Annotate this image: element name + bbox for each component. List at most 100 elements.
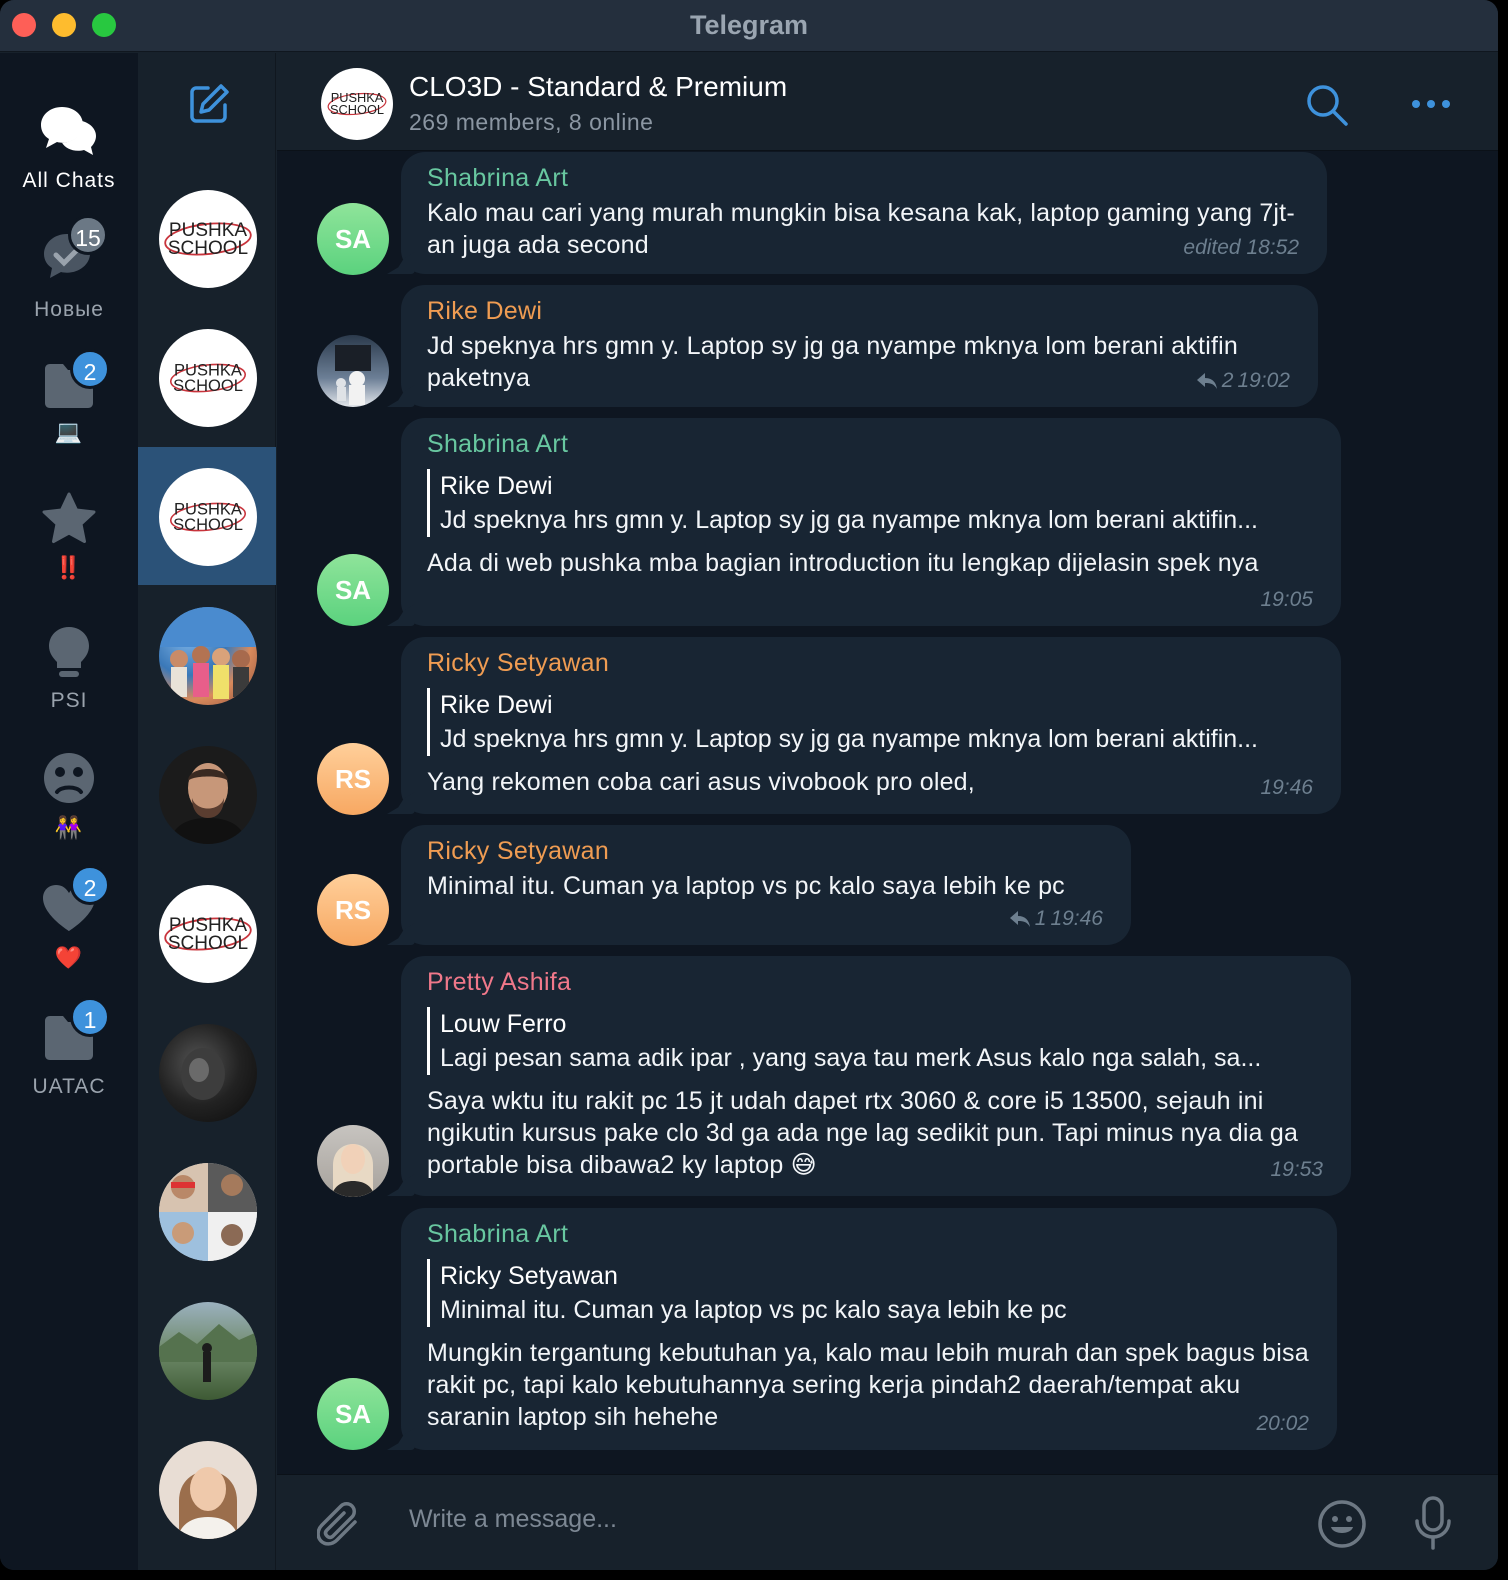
- folder-label: All Chats: [22, 169, 116, 192]
- sender-avatar[interactable]: [317, 335, 389, 407]
- chat-item[interactable]: [138, 1142, 276, 1280]
- message-time: 19:46: [1050, 907, 1103, 930]
- sad-face-icon: [44, 753, 94, 803]
- reply-arrow-icon[interactable]: [1196, 372, 1218, 390]
- reply-text: Jd speknya hrs gmn y. Laptop sy jg ga ny…: [440, 725, 1258, 753]
- message-meta: 1 19:46: [1009, 907, 1103, 931]
- compose-icon[interactable]: [188, 83, 230, 125]
- reply-arrow-icon[interactable]: [1009, 910, 1031, 928]
- sender-name[interactable]: Ricky Setyawan: [427, 649, 1315, 678]
- message-input[interactable]: [409, 1505, 1269, 1534]
- message-time: 20:02: [1256, 1412, 1309, 1435]
- avatar: PUSHKA SCHOOL: [159, 468, 257, 566]
- sender-avatar[interactable]: SA: [317, 203, 389, 275]
- svg-text:SCHOOL: SCHOOL: [173, 376, 243, 395]
- avatar: [159, 607, 257, 705]
- reply-quote[interactable]: Rike Dewi Jd speknya hrs gmn y. Laptop s…: [427, 688, 1315, 756]
- chat-item-selected[interactable]: PUSHKA SCHOOL: [138, 447, 276, 585]
- reply-quote[interactable]: Rike Dewi Jd speknya hrs gmn y. Laptop s…: [427, 469, 1315, 537]
- folder-psi[interactable]: PSI: [0, 625, 138, 713]
- chat-item[interactable]: PUSHKA SCHOOL: [138, 308, 276, 446]
- reply-author: Rike Dewi: [440, 691, 553, 719]
- sender-avatar[interactable]: RS: [317, 874, 389, 946]
- chat-item[interactable]: [138, 1420, 276, 1558]
- pushka-school-logo: PUSHKA SCHOOL: [164, 915, 252, 954]
- folder-label: UATAC: [32, 1075, 106, 1098]
- chats-icon: [41, 107, 96, 155]
- sender-avatar[interactable]: SA: [317, 554, 389, 626]
- minimize-window-button[interactable]: [52, 13, 76, 37]
- message-meta: 19:53: [1270, 1158, 1323, 1182]
- message-bubble[interactable]: Shabrina Art Rike Dewi Jd speknya hrs gm…: [401, 418, 1341, 626]
- more-options-icon[interactable]: [1411, 99, 1451, 109]
- folder-laptop[interactable]: 2 💻: [0, 349, 138, 445]
- message-list[interactable]: SA Shabrina Art Kalo mau cari yang murah…: [277, 152, 1498, 1474]
- sender-name[interactable]: Ricky Setyawan: [427, 837, 1105, 866]
- message-bubble[interactable]: Shabrina Art Kalo mau cari yang murah mu…: [401, 152, 1327, 274]
- message-bubble[interactable]: Rike Dewi Jd speknya hrs gmn y. Laptop s…: [401, 285, 1318, 407]
- close-window-button[interactable]: [12, 13, 36, 37]
- message-bubble[interactable]: Shabrina Art Ricky Setyawan Minimal itu.…: [401, 1208, 1337, 1450]
- avatar: [159, 1441, 257, 1539]
- message-bubble[interactable]: Pretty Ashifa Louw Ferro Lagi pesan sama…: [401, 956, 1351, 1196]
- unread-badge: 1: [70, 997, 110, 1037]
- folder-uatac[interactable]: 1 UATAC: [0, 997, 138, 1099]
- avatar: PUSHKA SCHOOL: [159, 885, 257, 983]
- folder-love[interactable]: 2 ❤️: [0, 865, 138, 971]
- chat-item[interactable]: PUSHKA SCHOOL: [138, 864, 276, 1002]
- sender-name[interactable]: Shabrina Art: [427, 164, 1301, 193]
- chat-avatar[interactable]: PUSHKA SCHOOL: [321, 68, 393, 140]
- chat-item[interactable]: [138, 586, 276, 724]
- reply-count[interactable]: 2: [1222, 369, 1234, 393]
- folder-label: ‼️: [54, 555, 84, 580]
- message-composer: [277, 1474, 1498, 1570]
- chat-item[interactable]: [138, 725, 276, 863]
- person-photo: [181, 1048, 225, 1100]
- reply-quote[interactable]: Ricky Setyawan Minimal itu. Cuman ya lap…: [427, 1259, 1311, 1327]
- svg-text:SCHOOL: SCHOOL: [330, 102, 384, 117]
- sender-name[interactable]: Rike Dewi: [427, 297, 1292, 326]
- avatar: [159, 1163, 257, 1261]
- emoji-icon[interactable]: [1317, 1499, 1367, 1549]
- avatar: [159, 1302, 257, 1400]
- zoom-window-button[interactable]: [92, 13, 116, 37]
- sender-name[interactable]: Pretty Ashifa: [427, 968, 1325, 997]
- message-time: edited 18:52: [1183, 236, 1299, 259]
- sender-name[interactable]: Shabrina Art: [427, 430, 1315, 459]
- folder-friends[interactable]: 👭: [0, 751, 138, 841]
- folder-new[interactable]: 15 Новые: [0, 215, 138, 322]
- paperclip-icon[interactable]: [317, 1500, 363, 1548]
- chat-header[interactable]: PUSHKA SCHOOL CLO3D - Standard & Premium…: [277, 53, 1498, 151]
- pushka-school-logo: PUSHKA SCHOOL: [170, 360, 246, 395]
- folder-all-chats[interactable]: All Chats: [0, 103, 138, 193]
- chat-item[interactable]: [138, 1003, 276, 1141]
- search-icon[interactable]: [1305, 83, 1349, 127]
- chat-list: PUSHKA SCHOOL PUSHKA SCHOOL PUSHKA SCHOO…: [138, 53, 276, 1570]
- pushka-school-logo: PUSHKA SCHOOL: [164, 220, 252, 259]
- unread-badge: 2: [70, 349, 110, 389]
- collage-photo: [159, 1163, 257, 1261]
- message-time: 19:46: [1260, 776, 1313, 799]
- folder-important[interactable]: ‼️: [0, 491, 138, 581]
- sender-avatar[interactable]: [317, 1125, 389, 1197]
- chat-title: CLO3D - Standard & Premium: [409, 71, 788, 102]
- message-bubble[interactable]: Ricky Setyawan Rike Dewi Jd speknya hrs …: [401, 637, 1341, 814]
- sender-name[interactable]: Shabrina Art: [427, 1220, 1311, 1249]
- message-time: 19:02: [1237, 369, 1290, 392]
- reply-quote[interactable]: Louw Ferro Lagi pesan sama adik ipar , y…: [427, 1007, 1325, 1075]
- svg-text:SCHOOL: SCHOOL: [168, 933, 248, 954]
- message-time: 19:53: [1270, 1158, 1323, 1181]
- message-text: Minimal itu. Cuman ya laptop vs pc kalo …: [427, 872, 1065, 900]
- message-bubble[interactable]: Ricky Setyawan Minimal itu. Cuman ya lap…: [401, 825, 1131, 945]
- message-meta: 19:46: [1260, 776, 1313, 800]
- microphone-icon[interactable]: [1413, 1495, 1453, 1551]
- chat-item[interactable]: PUSHKA SCHOOL: [138, 169, 276, 307]
- reply-author: Ricky Setyawan: [440, 1262, 618, 1290]
- folder-sidebar: All Chats 15 Новые 2 💻 ‼️ PSI 👭 2 ❤️ 1 U…: [0, 53, 138, 1570]
- avatar: PUSHKA SCHOOL: [159, 329, 257, 427]
- reply-count[interactable]: 1: [1035, 907, 1047, 931]
- reply-text: Minimal itu. Cuman ya laptop vs pc kalo …: [440, 1296, 1067, 1324]
- chat-item[interactable]: [138, 1281, 276, 1419]
- sender-avatar[interactable]: RS: [317, 743, 389, 815]
- sender-avatar[interactable]: SA: [317, 1378, 389, 1450]
